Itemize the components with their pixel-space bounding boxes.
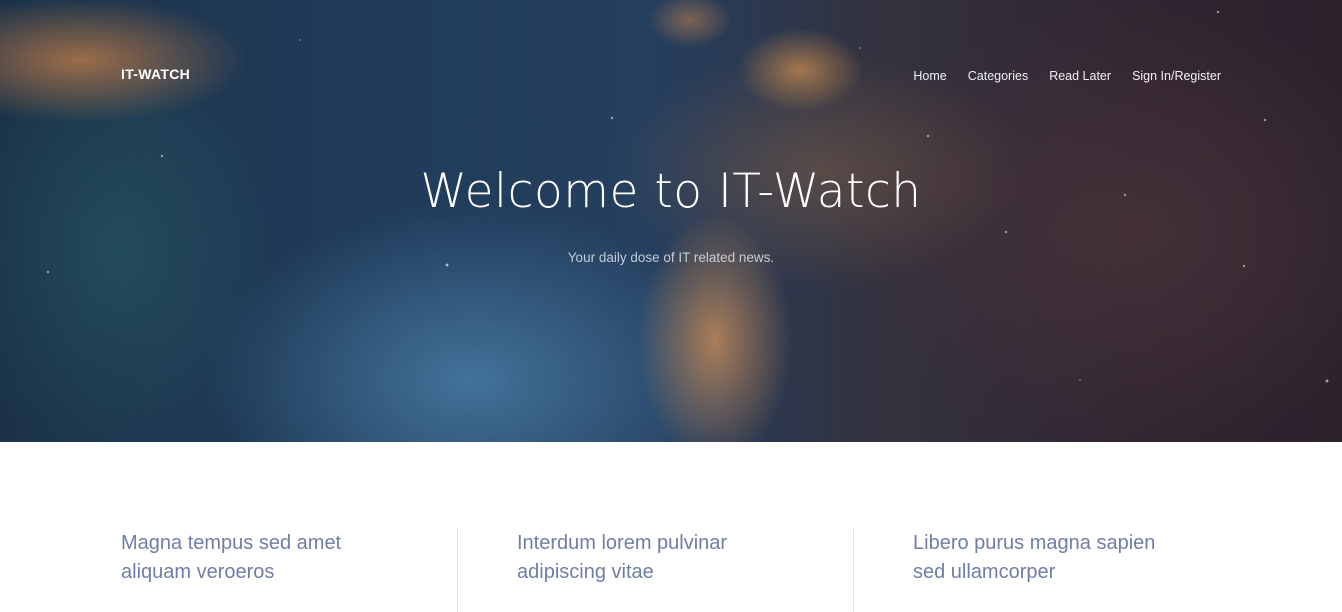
brand-logo-link[interactable]: IT-WATCH xyxy=(121,66,190,82)
nav-sign-in-register-link[interactable]: Sign In/Register xyxy=(1132,69,1221,83)
hero-subtitle: Your daily dose of IT related news. xyxy=(567,250,775,265)
starfield-background xyxy=(0,0,1342,442)
feature-divider xyxy=(457,529,458,612)
feature-1-line-2: aliquam veroeros xyxy=(121,561,275,583)
hero-banner: IT-WATCH Home Categories Read Later Sign… xyxy=(0,0,1342,442)
feature-2-line-2: adipiscing vitae xyxy=(517,561,654,583)
feature-item-3: Libero purus magna sapien sed ullamcorpe… xyxy=(913,529,1173,587)
feature-1-line-1: Magna tempus sed amet xyxy=(121,532,342,554)
hero-title: Welcome to IT-Watch xyxy=(420,164,922,219)
features-section: Magna tempus sed amet aliquam veroeros I… xyxy=(0,442,1342,612)
nav-categories-link[interactable]: Categories xyxy=(968,69,1028,83)
feature-item-1: Magna tempus sed amet aliquam veroeros xyxy=(121,529,381,587)
feature-3-line-1: Libero purus magna sapien xyxy=(913,532,1156,554)
feature-3-line-2: sed ullamcorper xyxy=(913,561,1056,583)
nav-home-link[interactable]: Home xyxy=(913,69,946,83)
nav-read-later-link[interactable]: Read Later xyxy=(1049,69,1111,83)
feature-divider xyxy=(853,529,854,612)
feature-item-2: Interdum lorem pulvinar adipiscing vitae xyxy=(517,529,777,587)
main-nav: Home Categories Read Later Sign In/Regis… xyxy=(913,69,1221,83)
feature-2-line-1: Interdum lorem pulvinar xyxy=(517,532,728,554)
